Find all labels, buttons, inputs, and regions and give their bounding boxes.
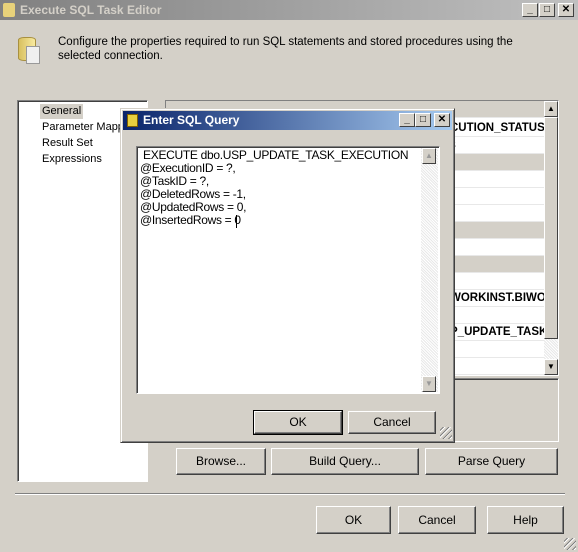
scroll-up-arrow[interactable]: ▲	[544, 101, 558, 117]
nav-item-expressions[interactable]: Expressions	[42, 152, 102, 167]
nav-item-result-set[interactable]: Result Set	[42, 136, 93, 151]
ok-button[interactable]: OK	[316, 506, 391, 534]
grid-scrollbar[interactable]: ▲ ▼	[544, 101, 558, 375]
app-icon	[3, 3, 15, 17]
maximize-button[interactable]: □	[539, 3, 555, 17]
dialog-icon	[127, 114, 138, 127]
scroll-thumb[interactable]	[544, 117, 558, 339]
query-scrollbar[interactable]: ▲ ▼	[421, 148, 438, 392]
dialog-titlebar: Enter SQL Query _ □ ✕	[123, 111, 452, 130]
sql-query-textarea[interactable]: EXECUTE dbo.USP_UPDATE_TASK_EXECUTION @E…	[136, 146, 440, 394]
enter-sql-query-dialog: Enter SQL Query _ □ ✕ EXECUTE dbo.USP_UP…	[120, 108, 455, 443]
minimize-button[interactable]: _	[522, 3, 538, 17]
build-query-button[interactable]: Build Query...	[271, 448, 419, 475]
query-scroll-up[interactable]: ▲	[422, 148, 436, 164]
header-description: Configure the properties required to run…	[58, 36, 513, 62]
window-titlebar: Execute SQL Task Editor _ □ ✕	[0, 0, 578, 20]
text-cursor	[236, 215, 237, 228]
dialog-ok-button[interactable]: OK	[253, 410, 343, 435]
scroll-down-arrow[interactable]: ▼	[544, 359, 558, 375]
query-scroll-down[interactable]: ▼	[422, 376, 436, 392]
dialog-maximize-button[interactable]: □	[415, 113, 431, 127]
document-icon	[26, 46, 40, 64]
browse-button[interactable]: Browse...	[176, 448, 266, 475]
dialog-title: Enter SQL Query	[143, 113, 240, 127]
help-button[interactable]: Help	[487, 506, 564, 534]
window-title: Execute SQL Task Editor	[20, 3, 162, 17]
dialog-resize-grip[interactable]	[440, 427, 452, 439]
separator	[15, 493, 565, 495]
close-button[interactable]: ✕	[558, 3, 574, 17]
parse-query-button[interactable]: Parse Query	[425, 448, 558, 475]
dialog-close-button[interactable]: ✕	[434, 113, 450, 127]
dialog-cancel-button[interactable]: Cancel	[348, 411, 436, 434]
property-description	[450, 378, 559, 442]
resize-grip[interactable]	[564, 538, 576, 550]
sql-query-text[interactable]: EXECUTE dbo.USP_UPDATE_TASK_EXECUTION @E…	[140, 149, 409, 227]
dialog-minimize-button[interactable]: _	[399, 113, 415, 127]
cancel-button[interactable]: Cancel	[398, 506, 476, 534]
nav-item-general[interactable]: General	[40, 104, 84, 119]
